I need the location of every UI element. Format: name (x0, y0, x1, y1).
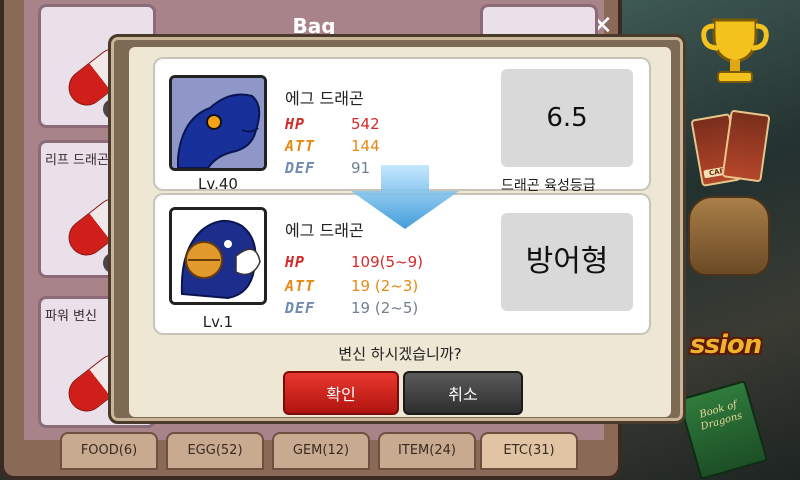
stat-value: 19 (2~3) (351, 277, 419, 295)
egg-dragon-icon (172, 210, 264, 302)
confirm-button[interactable]: 확인 (283, 371, 399, 415)
grade-badge: 6.5 (501, 69, 633, 167)
tab-item[interactable]: ITEM(24) (378, 432, 476, 470)
stat-value: 144 (351, 137, 380, 155)
mission-label[interactable]: ssion (690, 330, 800, 378)
stat-key: DEF (285, 299, 316, 317)
stat-key: DEF (285, 159, 316, 177)
trophy-icon[interactable] (700, 14, 770, 86)
type-badge: 방어형 (501, 213, 633, 311)
stat-key: HP (285, 115, 306, 133)
grade-caption: 드래곤 육성등급 (501, 178, 596, 191)
tab-gem[interactable]: GEM(12) (272, 432, 370, 470)
dragon-portrait (169, 75, 267, 171)
dragon-icon (172, 78, 264, 168)
level-label: Lv.1 (202, 313, 234, 331)
down-arrow-icon (351, 165, 459, 229)
stat-value: 542 (351, 115, 380, 133)
tab-food[interactable]: FOOD(6) (60, 432, 158, 470)
backpack-icon[interactable] (688, 196, 770, 276)
bag-tabs: FOOD(6) EGG(52) GEM(12) ITEM(24) ETC(31) (60, 432, 582, 472)
item-name: 파워 변신 (45, 309, 97, 324)
dialog-body: Lv.40 에그 드래곤 HP 542 ATT 144 DEF 91 6.5 드… (129, 47, 671, 417)
stat-key: ATT (285, 137, 316, 155)
level-label: Lv.40 (198, 175, 238, 193)
stat-value: 109(5~9) (351, 253, 423, 271)
stat-key: HP (285, 253, 306, 271)
tab-etc[interactable]: ETC(31) (480, 432, 578, 470)
item-name: 리프 드래곤 (45, 153, 109, 168)
stat-key: ATT (285, 277, 316, 295)
transform-dialog: Lv.40 에그 드래곤 HP 542 ATT 144 DEF 91 6.5 드… (108, 34, 686, 424)
dragon-name: 에그 드래곤 (285, 89, 364, 108)
tab-egg[interactable]: EGG(52) (166, 432, 264, 470)
card-icon (721, 109, 771, 183)
card-stack-icon[interactable]: CARD (690, 108, 771, 188)
book-title: Book of Dragons (698, 399, 744, 433)
cancel-button[interactable]: 취소 (403, 371, 523, 415)
stat-value: 19 (2~5) (351, 299, 419, 317)
confirm-question: 변신 하시겠습니까? (338, 345, 462, 363)
dragon-portrait (169, 207, 267, 305)
